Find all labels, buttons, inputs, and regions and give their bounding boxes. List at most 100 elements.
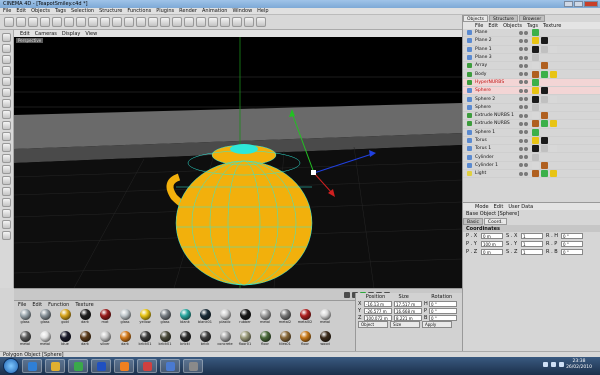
- material-swatch[interactable]: dark: [117, 331, 133, 352]
- material-tag-icon[interactable]: [532, 161, 539, 169]
- toolbar-tool-icon[interactable]: [76, 17, 86, 27]
- tab-objects[interactable]: Objects: [463, 15, 489, 22]
- toolbar-tool-icon[interactable]: [160, 17, 170, 27]
- size-field[interactable]: 17.517 m: [394, 300, 422, 307]
- side-tool-icon[interactable]: [2, 154, 11, 163]
- material-tag-icon[interactable]: [550, 45, 557, 53]
- object-name[interactable]: Cylinder 1: [475, 163, 515, 168]
- apply-button[interactable]: Apply: [422, 321, 452, 328]
- taskbar-app-explorer[interactable]: [45, 359, 65, 373]
- material-tag-icon[interactable]: [541, 37, 548, 45]
- side-tool-icon[interactable]: [2, 176, 11, 185]
- attribute-menu-edit[interactable]: Edit: [494, 204, 504, 210]
- object-row[interactable]: Sphere: [463, 103, 600, 112]
- object-menu-texture[interactable]: Texture: [543, 23, 561, 29]
- object-name[interactable]: HyperNURBS: [475, 80, 515, 85]
- material-swatch[interactable]: concrete: [217, 331, 233, 352]
- toolbar-tool-icon[interactable]: [244, 17, 254, 27]
- object-name[interactable]: Light: [475, 171, 515, 176]
- taskbar-app-vlc[interactable]: [114, 359, 134, 373]
- toolbar-tool-icon[interactable]: [100, 17, 110, 27]
- object-row[interactable]: Cylinder 1: [463, 161, 600, 171]
- material-tag-icon[interactable]: [532, 170, 539, 178]
- close-button[interactable]: [584, 1, 598, 7]
- object-name[interactable]: Plane 2: [475, 38, 515, 43]
- material-tag-icon[interactable]: [532, 37, 539, 45]
- object-row[interactable]: Light: [463, 170, 600, 179]
- visibility-dot-icon[interactable]: [524, 30, 528, 35]
- material-tag-icon[interactable]: [541, 62, 548, 70]
- object-name[interactable]: Plane 3: [475, 55, 515, 60]
- side-tool-icon[interactable]: [2, 165, 11, 174]
- menu-item-plugins[interactable]: Plugins: [156, 8, 174, 14]
- visibility-dot-icon[interactable]: [519, 155, 523, 160]
- visibility-dot-icon[interactable]: [524, 138, 528, 143]
- taskbar-app-cinema4d[interactable]: [160, 359, 180, 373]
- object-name[interactable]: Sphere: [475, 88, 515, 93]
- material-swatch[interactable]: glass: [37, 309, 53, 330]
- 3d-viewport[interactable]: Perspective: [14, 37, 462, 288]
- material-swatch[interactable]: brick01: [157, 331, 173, 352]
- minimize-button[interactable]: [564, 1, 573, 7]
- material-swatch[interactable]: mat: [97, 309, 113, 330]
- material-swatch[interactable]: floor: [257, 331, 273, 352]
- visibility-dot-icon[interactable]: [524, 163, 528, 168]
- start-button[interactable]: [3, 358, 19, 374]
- position-input[interactable]: 0 m: [481, 249, 503, 255]
- visibility-dot-icon[interactable]: [524, 130, 528, 135]
- material-swatch[interactable]: metal: [17, 331, 33, 352]
- material-swatch[interactable]: brick: [197, 331, 213, 352]
- toolbar-tool-icon[interactable]: [232, 17, 242, 27]
- object-row[interactable]: Torus 1: [463, 145, 600, 154]
- taskbar-app-ie[interactable]: [22, 359, 42, 373]
- visibility-dot-icon[interactable]: [519, 97, 523, 102]
- toolbar-tool-icon[interactable]: [256, 17, 266, 27]
- object-row[interactable]: Extrude NURBS 1: [463, 112, 600, 121]
- material-swatch[interactable]: glass: [117, 309, 133, 330]
- taskbar-app-media[interactable]: [91, 359, 111, 373]
- object-name[interactable]: Torus 1: [475, 146, 515, 151]
- toolbar-tool-icon[interactable]: [28, 17, 38, 27]
- material-swatch[interactable]: metal: [257, 309, 273, 330]
- material-swatch[interactable]: blank01: [197, 309, 213, 330]
- material-tag-icon[interactable]: [532, 120, 539, 128]
- object-row[interactable]: Body: [463, 70, 600, 79]
- toolbar-tool-icon[interactable]: [136, 17, 146, 27]
- scale-input[interactable]: 1: [521, 241, 543, 247]
- side-tool-icon[interactable]: [2, 209, 11, 218]
- object-name[interactable]: Extrude NURBS 1: [475, 113, 515, 118]
- toolbar-tool-icon[interactable]: [196, 17, 206, 27]
- material-swatch[interactable]: gold: [57, 309, 73, 330]
- material-tag-icon[interactable]: [541, 170, 548, 178]
- rotation-field[interactable]: 0 °: [429, 307, 457, 314]
- visibility-dot-icon[interactable]: [524, 97, 528, 102]
- object-row[interactable]: Plane 2: [463, 37, 600, 46]
- visibility-dot-icon[interactable]: [524, 113, 528, 118]
- toolbar-tool-icon[interactable]: [4, 17, 14, 27]
- object-row[interactable]: Sphere 2: [463, 95, 600, 104]
- visibility-dot-icon[interactable]: [519, 47, 523, 52]
- visibility-dot-icon[interactable]: [524, 155, 528, 160]
- menu-item-tags[interactable]: Tags: [55, 8, 66, 14]
- side-tool-icon[interactable]: [2, 132, 11, 141]
- side-tool-icon[interactable]: [2, 231, 11, 240]
- tab-structure[interactable]: Structure: [489, 15, 518, 22]
- maximize-button[interactable]: [574, 1, 583, 7]
- toolbar-tool-icon[interactable]: [148, 17, 158, 27]
- object-row[interactable]: Sphere 1: [463, 128, 600, 137]
- tray-icon[interactable]: [551, 362, 556, 367]
- visibility-dot-icon[interactable]: [519, 130, 523, 135]
- side-tool-icon[interactable]: [2, 220, 11, 229]
- visibility-dot-icon[interactable]: [519, 163, 523, 168]
- material-tag-icon[interactable]: [532, 137, 539, 144]
- object-menu-edit[interactable]: Edit: [488, 23, 498, 29]
- menu-item-file[interactable]: File: [3, 8, 11, 14]
- toolbar-tool-icon[interactable]: [52, 17, 62, 27]
- material-swatch[interactable]: dark: [77, 309, 93, 330]
- position-field[interactable]: 100.072 m: [364, 314, 392, 321]
- viewport-menu-cameras[interactable]: Cameras: [35, 31, 57, 37]
- material-swatch[interactable]: metal: [317, 309, 333, 330]
- menu-item-render[interactable]: Render: [179, 8, 197, 14]
- side-tool-icon[interactable]: [2, 66, 11, 75]
- visibility-dot-icon[interactable]: [524, 171, 528, 176]
